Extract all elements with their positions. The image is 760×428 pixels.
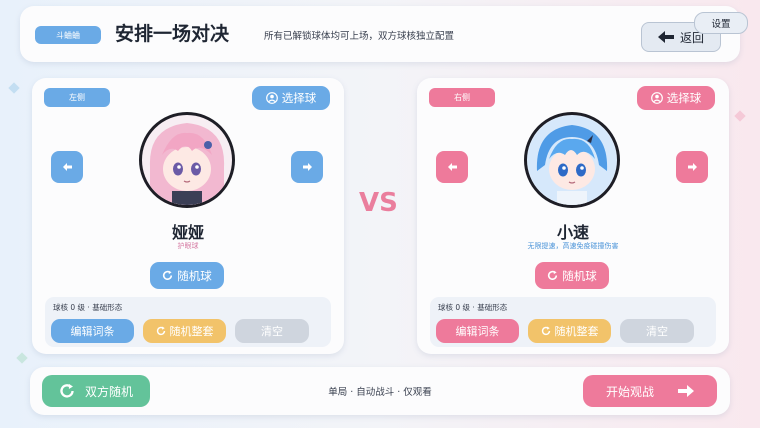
random-set-label: 随机整套 — [169, 325, 214, 338]
core-config-box-right: 球核 0 级 · 基础形态 编辑词条 随机整套 清空 — [430, 297, 716, 347]
user-circle-icon — [265, 92, 278, 104]
refresh-icon — [548, 270, 558, 281]
prev-ball-button-left[interactable] — [51, 151, 83, 183]
random-set-button-right[interactable]: 随机整套 — [528, 319, 611, 343]
character-desc-left: 护眼球 — [177, 242, 199, 250]
random-set-label: 随机整套 — [554, 325, 599, 338]
character-desc-right: 无限提速，高速免疫碰撞伤害 — [527, 242, 619, 250]
arrow-right-icon — [302, 163, 312, 171]
next-ball-button-right[interactable] — [676, 151, 708, 183]
start-watch-label: 开始观战 — [605, 384, 654, 399]
arrow-left-icon — [62, 163, 72, 171]
refresh-icon — [163, 270, 173, 281]
arrow-right-icon — [678, 385, 694, 397]
refresh-icon — [156, 326, 165, 336]
versus-label: VS — [359, 188, 398, 218]
core-config-box-left: 球核 0 级 · 基础形态 编辑词条 随机整套 清空 — [45, 297, 331, 347]
core-level-info: 球核 0 级 · 基础形态 — [438, 303, 508, 312]
header-bar: 斗蛐蛐 安排一场对决 所有已解锁球体均可上场，双方球核独立配置 返回 — [20, 6, 740, 62]
random-ball-label: 随机球 — [177, 268, 212, 283]
edit-traits-button-left[interactable]: 编辑词条 — [51, 319, 134, 343]
clear-button-right[interactable]: 清空 — [620, 319, 694, 343]
anime-boy-portrait — [528, 116, 616, 205]
user-circle-icon — [650, 92, 663, 104]
character-portrait-right — [524, 112, 620, 208]
prev-ball-button-right[interactable] — [436, 151, 468, 183]
clear-button-left[interactable]: 清空 — [235, 319, 309, 343]
next-ball-button-left[interactable] — [291, 151, 323, 183]
refresh-icon — [541, 326, 550, 336]
page-title: 安排一场对决 — [115, 23, 230, 45]
random-ball-button-right[interactable]: 随机球 — [535, 262, 609, 289]
sparkle-decoration — [16, 352, 28, 364]
arrow-left-icon — [657, 31, 674, 43]
select-ball-label: 选择球 — [666, 91, 702, 105]
sparkle-decoration — [734, 110, 746, 122]
select-ball-label: 选择球 — [281, 91, 317, 105]
right-fighter-panel: 右侧 选择球 小速 无限提速，高速免疫碰撞伤害 随机球 球核 0 级 · 基础形… — [417, 78, 729, 354]
arrow-left-icon — [447, 163, 457, 171]
start-watch-button[interactable]: 开始观战 — [583, 375, 717, 407]
character-name-left: 娅娅 — [171, 223, 204, 242]
mode-badge: 斗蛐蛐 — [35, 26, 101, 44]
character-portrait-left — [139, 112, 235, 208]
left-fighter-panel: 左侧 选择球 娅娅 护眼球 随机球 球核 0 级 · 基础形态 编辑词条 随机整… — [32, 78, 344, 354]
select-ball-button-left[interactable]: 选择球 — [252, 86, 330, 110]
side-badge-right: 右侧 — [429, 88, 495, 107]
side-badge-left: 左侧 — [44, 88, 110, 107]
random-ball-button-left[interactable]: 随机球 — [150, 262, 224, 289]
settings-button[interactable]: 设置 — [694, 12, 748, 34]
random-ball-label: 随机球 — [562, 268, 597, 283]
anime-girl-portrait — [149, 123, 225, 205]
character-name-right: 小速 — [556, 223, 589, 242]
random-set-button-left[interactable]: 随机整套 — [143, 319, 226, 343]
edit-traits-button-right[interactable]: 编辑词条 — [436, 319, 519, 343]
sparkle-decoration — [8, 82, 20, 94]
select-ball-button-right[interactable]: 选择球 — [637, 86, 715, 110]
bottom-action-bar: 双方随机 单局 · 自动战斗 · 仅观看 开始观战 — [30, 367, 730, 415]
arrow-right-icon — [687, 163, 697, 171]
page-subtitle: 所有已解锁球体均可上场，双方球核独立配置 — [264, 31, 455, 42]
core-level-info: 球核 0 级 · 基础形态 — [53, 303, 123, 312]
